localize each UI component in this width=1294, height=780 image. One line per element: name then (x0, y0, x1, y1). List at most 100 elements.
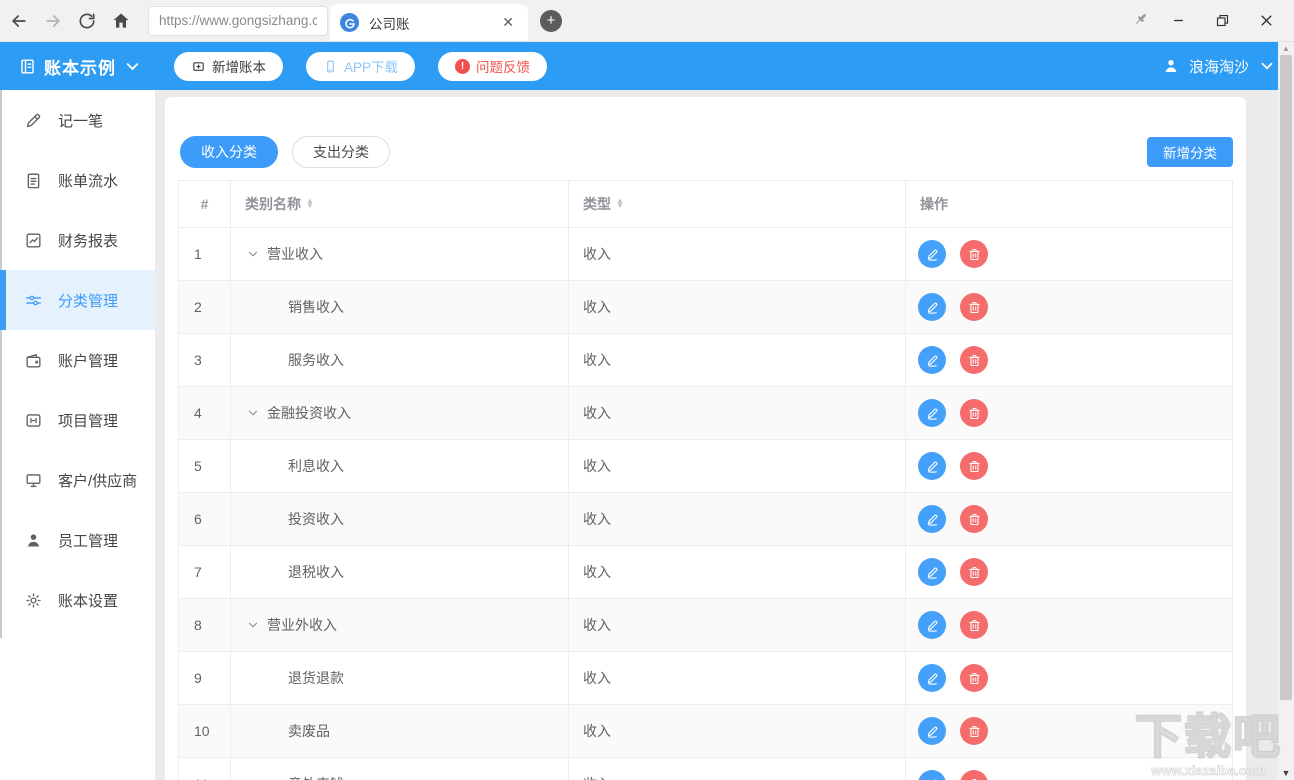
category-table: # 类别名称 ▲▼ 类型 ▲▼ 操作 1 营业收入 收 (178, 180, 1233, 780)
minimize-icon (1171, 13, 1186, 28)
column-header-type[interactable]: 类型 ▲▼ (569, 181, 906, 227)
sidebar-item-2[interactable]: 账单流水 (0, 150, 155, 210)
new-tab-button[interactable]: + (540, 10, 562, 32)
table-row: 3 服务收入 收入 (179, 334, 1232, 387)
minimize-button[interactable] (1156, 4, 1200, 38)
category-type: 收入 (569, 599, 906, 651)
delete-button[interactable] (960, 293, 988, 321)
category-name-cell: 服务收入 (231, 334, 569, 386)
row-index: 4 (179, 387, 231, 439)
collapse-chevron-icon[interactable] (246, 247, 260, 261)
close-window-button[interactable] (1244, 4, 1288, 38)
edit-button[interactable] (918, 346, 946, 374)
edit-button[interactable] (918, 611, 946, 639)
edit-button[interactable] (918, 452, 946, 480)
feedback-alert-icon: ! (455, 59, 470, 74)
home-button[interactable] (106, 6, 136, 36)
back-button[interactable] (4, 6, 34, 36)
table-row: 1 营业收入 收入 (179, 228, 1232, 281)
sidebar-item-9[interactable]: 账本设置 (0, 570, 155, 630)
sidebar-item-6[interactable]: 项目管理 (0, 390, 155, 450)
row-actions (906, 599, 1232, 651)
edit-button[interactable] (918, 293, 946, 321)
row-index: 9 (179, 652, 231, 704)
category-type: 收入 (569, 334, 906, 386)
browser-tab[interactable]: 公司账 ✕ (330, 4, 528, 41)
row-index: 3 (179, 334, 231, 386)
header-actions: 新增账本 APP下载 ! 问题反馈 (174, 52, 547, 81)
feedback-button[interactable]: ! 问题反馈 (438, 52, 547, 81)
new-ledger-button[interactable]: 新增账本 (174, 52, 283, 81)
sidebar-item-label: 账户管理 (58, 350, 118, 371)
table-header-row: # 类别名称 ▲▼ 类型 ▲▼ 操作 (179, 181, 1232, 228)
sidebar-item-4[interactable]: 分类管理 (0, 270, 155, 330)
edit-button[interactable] (918, 770, 946, 780)
delete-button[interactable] (960, 717, 988, 745)
sidebar-item-5[interactable]: 账户管理 (0, 330, 155, 390)
delete-button[interactable] (960, 664, 988, 692)
category-card: 收入分类 支出分类 新增分类 # 类别名称 ▲▼ 类型 ▲▼ (165, 97, 1246, 780)
edit-pencil-icon (925, 777, 940, 780)
edit-button[interactable] (918, 558, 946, 586)
row-actions (906, 334, 1232, 386)
forward-button[interactable] (38, 6, 68, 36)
scroll-down-icon[interactable]: ▼ (1278, 767, 1294, 779)
category-type: 收入 (569, 758, 906, 780)
sidebar-item-label: 记一笔 (58, 110, 103, 131)
edit-button[interactable] (918, 664, 946, 692)
sidebar-item-3[interactable]: 财务报表 (0, 210, 155, 270)
sidebar-item-1[interactable]: 记一笔 (0, 90, 155, 150)
user-menu[interactable]: 浪海淘沙 (1162, 56, 1276, 77)
category-name-cell: 金融投资收入 (231, 387, 569, 439)
delete-button[interactable] (960, 505, 988, 533)
trash-icon (967, 512, 982, 527)
scrollbar-thumb[interactable] (1280, 55, 1292, 700)
collapse-chevron-icon[interactable] (246, 406, 260, 420)
app-download-button[interactable]: APP下载 (306, 52, 415, 81)
sidebar-item-7[interactable]: 客户/供应商 (0, 450, 155, 510)
delete-button[interactable] (960, 346, 988, 374)
ledger-switcher[interactable]: 账本示例 (18, 54, 142, 79)
add-category-button[interactable]: 新增分类 (1147, 137, 1233, 167)
delete-button[interactable] (960, 558, 988, 586)
edit-button[interactable] (918, 505, 946, 533)
category-name-cell: 卖废品 (231, 705, 569, 757)
row-index: 8 (179, 599, 231, 651)
page-scrollbar[interactable]: ▲ ▼ (1278, 42, 1294, 780)
user-icon (1162, 57, 1180, 75)
delete-button[interactable] (960, 452, 988, 480)
delete-button[interactable] (960, 399, 988, 427)
chevron-down-icon (1258, 57, 1276, 75)
address-bar-input[interactable] (148, 6, 328, 36)
edit-pencil-icon (925, 459, 940, 474)
delete-button[interactable] (960, 770, 988, 780)
table-row: 6 投资收入 收入 (179, 493, 1232, 546)
pin-icon[interactable] (1126, 6, 1156, 36)
tab-close-icon[interactable]: ✕ (498, 12, 518, 33)
scroll-up-icon[interactable]: ▲ (1278, 43, 1294, 55)
table-row: 7 退税收入 收入 (179, 546, 1232, 599)
edit-button[interactable] (918, 717, 946, 745)
refresh-button[interactable] (72, 6, 102, 36)
category-name: 利息收入 (288, 456, 344, 476)
tab-income-category[interactable]: 收入分类 (180, 136, 278, 168)
sort-icon[interactable]: ▲▼ (306, 198, 314, 208)
sidebar-item-label: 员工管理 (58, 530, 118, 551)
delete-button[interactable] (960, 611, 988, 639)
edit-button[interactable] (918, 399, 946, 427)
restore-button[interactable] (1200, 4, 1244, 38)
category-name: 退税收入 (288, 562, 344, 582)
trash-icon (967, 406, 982, 421)
edit-button[interactable] (918, 240, 946, 268)
sort-icon[interactable]: ▲▼ (616, 198, 624, 208)
delete-button[interactable] (960, 240, 988, 268)
category-type: 收入 (569, 652, 906, 704)
trash-icon (967, 724, 982, 739)
sidebar-item-label: 账单流水 (58, 170, 118, 191)
row-actions (906, 387, 1232, 439)
collapse-chevron-icon[interactable] (246, 618, 260, 632)
sidebar-item-8[interactable]: 员工管理 (0, 510, 155, 570)
trash-icon (967, 618, 982, 633)
column-header-name[interactable]: 类别名称 ▲▼ (231, 181, 569, 227)
tab-expense-category[interactable]: 支出分类 (292, 136, 390, 168)
